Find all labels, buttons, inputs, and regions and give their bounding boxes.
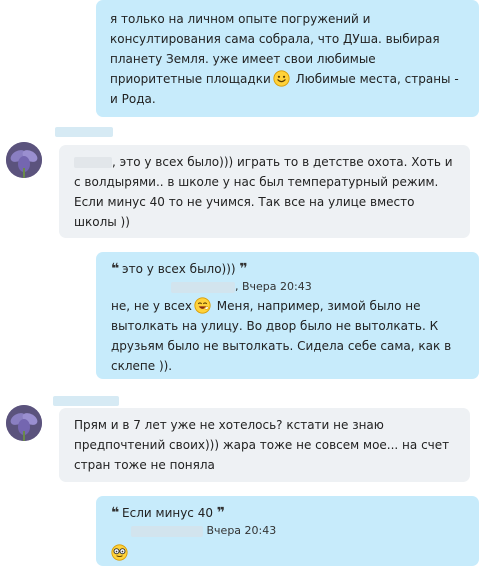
incoming-message[interactable]: , это у всех было))) играть то в детстве… — [59, 145, 470, 238]
quote-timestamp: , Вчера 20:43 — [235, 280, 312, 293]
quoted-message[interactable]: ❝ Если минус 40 ❞ — [111, 504, 465, 522]
nerd-glasses-emoji-icon — [111, 544, 128, 561]
avatar[interactable] — [6, 405, 42, 441]
smile-emoji-icon — [273, 70, 290, 87]
message-text: Прям и в 7 лет уже не хотелось? кстати н… — [74, 418, 450, 472]
quote-timestamp: Вчера 20:43 — [206, 524, 277, 537]
quote-author — [171, 281, 235, 293]
quote-meta: Вчера 20:43 — [111, 522, 465, 540]
quote-text: это у всех было))) — [122, 262, 236, 276]
quote-close-icon: ❞ — [216, 505, 225, 521]
message-body — [111, 543, 465, 563]
laughing-emoji-icon — [194, 297, 211, 314]
message-text: , это у всех было))) играть то в детстве… — [74, 155, 453, 229]
incoming-message[interactable]: Прям и в 7 лет уже не хотелось? кстати н… — [59, 408, 470, 482]
mentioned-name — [74, 157, 112, 168]
avatar[interactable] — [6, 142, 42, 178]
sender-name — [53, 396, 119, 406]
quote-meta: , Вчера 20:43 — [111, 278, 465, 296]
chat-history: я только на личном опыте погружений и ко… — [0, 0, 489, 571]
quoted-message[interactable]: ❝ это у всех было))) ❞ — [111, 260, 465, 278]
quote-open-icon: ❝ — [111, 261, 119, 277]
outgoing-message[interactable]: я только на личном опыте погружений и ко… — [96, 0, 479, 117]
quote-open-icon: ❝ — [111, 505, 119, 521]
message-body: не, не у всех Меня, например, зимой было… — [111, 296, 465, 376]
quote-close-icon: ❞ — [239, 261, 247, 277]
sender-name — [55, 127, 113, 137]
outgoing-message[interactable]: ❝ это у всех было))) ❞ , Вчера 20:43 не,… — [96, 252, 479, 379]
outgoing-message[interactable]: ❝ Если минус 40 ❞ Вчера 20:43 — [96, 496, 479, 566]
message-text: не, не у всех — [111, 299, 192, 313]
quote-author — [131, 525, 203, 537]
quote-text: Если минус 40 — [122, 506, 213, 520]
